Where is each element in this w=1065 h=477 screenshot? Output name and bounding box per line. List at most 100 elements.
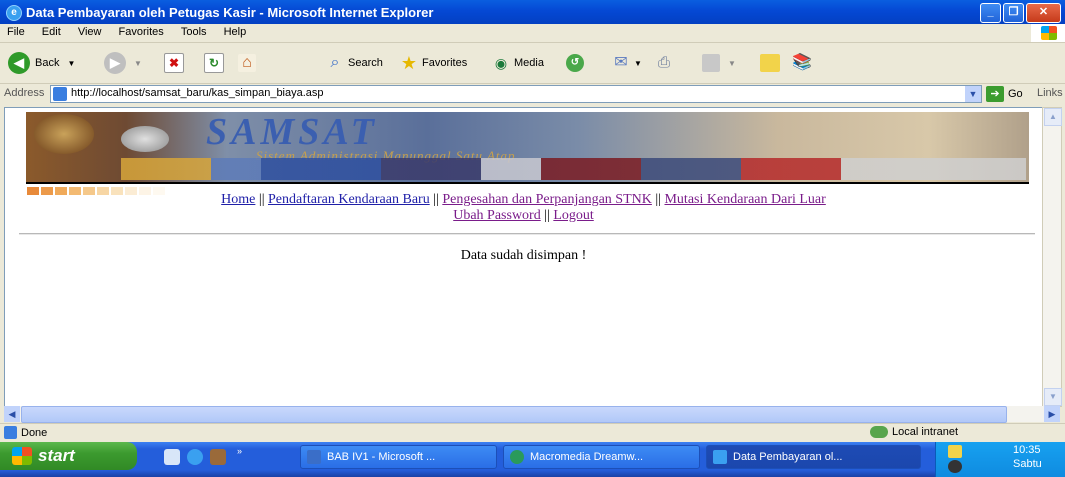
discuss-button[interactable] xyxy=(760,51,780,75)
search-icon: ⌕ xyxy=(330,54,340,71)
menu-edit[interactable]: Edit xyxy=(35,24,68,40)
yahoo-messenger-icon[interactable] xyxy=(164,449,180,465)
start-button[interactable]: start xyxy=(0,442,137,470)
menu-file[interactable]: File xyxy=(0,24,32,40)
nav-logout-link[interactable]: Logout xyxy=(553,208,593,223)
nav-separator: || xyxy=(655,192,661,207)
vertical-scrollbar[interactable]: ▲ ▼ xyxy=(1042,107,1062,407)
go-arrow-icon: ➔ xyxy=(986,86,1004,102)
menu-view[interactable]: View xyxy=(71,24,109,40)
minimize-button[interactable]: _ xyxy=(980,3,1001,23)
page-viewport: SAMSAT Sistem Administrasi Manunggal Sat… xyxy=(4,107,1043,407)
home-button[interactable]: ⌂ xyxy=(238,51,256,75)
edit-button[interactable]: ▼ xyxy=(702,51,736,75)
chevron-down-icon: ▼ xyxy=(134,58,142,68)
banner-divider xyxy=(26,182,1029,184)
tray-speaker-icon[interactable] xyxy=(948,460,962,473)
favorites-star-icon: ★ xyxy=(400,53,418,73)
menu-tools[interactable]: Tools xyxy=(174,24,214,40)
mail-button[interactable]: ✉ ▼ xyxy=(612,51,642,75)
menu-bar: File Edit View Favorites Tools Help xyxy=(0,24,1065,43)
folder-icon xyxy=(760,54,780,72)
chevron-down-icon: ▼ xyxy=(634,58,642,68)
nav-pendaftaran-link[interactable]: Pendaftaran Kendaraan Baru xyxy=(268,192,430,207)
desktop-quicklaunch-icon[interactable] xyxy=(210,449,226,465)
status-text: Done xyxy=(21,426,48,439)
address-url[interactable]: http://localhost/samsat_baru/kas_simpan_… xyxy=(71,87,324,99)
nav-mutasi-link[interactable]: Mutasi Kendaraan Dari Luar xyxy=(664,192,825,207)
internet-explorer-quicklaunch-icon[interactable] xyxy=(187,449,203,465)
scroll-left-icon[interactable]: ◀ xyxy=(4,406,20,422)
forward-button[interactable]: ▶ ▼ xyxy=(104,51,142,75)
quicklaunch-expand-icon[interactable]: » xyxy=(237,446,242,456)
address-input[interactable]: http://localhost/samsat_baru/kas_simpan_… xyxy=(50,85,982,103)
print-button[interactable]: ⎙ xyxy=(655,51,673,75)
dreamweaver-icon xyxy=(510,450,524,464)
zone-text: Local intranet xyxy=(892,426,959,438)
window-title: Data Pembayaran oleh Petugas Kasir - Mic… xyxy=(26,5,434,20)
banner-vehicles-image xyxy=(121,158,1026,180)
media-icon: ◉ xyxy=(494,55,508,71)
content-divider xyxy=(19,233,1035,235)
word-icon xyxy=(307,450,321,464)
history-icon: ↺ xyxy=(566,54,584,72)
scroll-right-icon[interactable]: ▶ xyxy=(1044,406,1060,422)
home-icon: ⌂ xyxy=(238,54,256,72)
go-button[interactable]: ➔ Go xyxy=(986,86,1023,102)
nav-separator: || xyxy=(258,192,265,207)
task-internet-explorer[interactable]: Data Pembayaran ol... xyxy=(706,445,921,469)
clock-day[interactable]: Sabtu xyxy=(1013,458,1042,470)
nav-pengesahan-link[interactable]: Pengesahan dan Perpanjangan STNK xyxy=(442,192,652,207)
internet-explorer-icon xyxy=(713,450,727,464)
refresh-icon: ↻ xyxy=(204,53,224,73)
samsat-banner: SAMSAT Sistem Administrasi Manunggal Sat… xyxy=(26,111,1029,182)
nav-home-link[interactable]: Home xyxy=(221,192,255,207)
status-bar: Done Local intranet xyxy=(0,423,1065,442)
nav-separator: || xyxy=(544,208,550,223)
print-icon: ⎙ xyxy=(657,54,670,71)
menu-help[interactable]: Help xyxy=(217,24,254,40)
history-button[interactable]: ↺ xyxy=(566,51,584,75)
windows-logo-icon xyxy=(1031,24,1065,42)
seal-icon xyxy=(121,126,169,152)
stop-button[interactable]: ✖ xyxy=(164,51,184,75)
nav-row-1: Home || Pendaftaran Kendaraan Baru || Pe… xyxy=(5,192,1042,208)
back-label: Back xyxy=(35,57,60,69)
close-button[interactable]: ✕ xyxy=(1026,3,1061,23)
back-button[interactable]: ◀ Back ▼ xyxy=(8,51,75,75)
task-word[interactable]: BAB IV1 - Microsoft ... xyxy=(300,445,497,469)
task-dreamweaver[interactable]: Macromedia Dreamw... xyxy=(503,445,700,469)
search-button[interactable]: ⌕ Search xyxy=(326,51,383,75)
security-zone: Local intranet xyxy=(870,426,958,438)
refresh-button[interactable]: ↻ xyxy=(204,51,224,75)
menu-favorites[interactable]: Favorites xyxy=(112,24,171,40)
address-bar: Address http://localhost/samsat_baru/kas… xyxy=(0,84,1065,104)
research-button[interactable]: 📚 xyxy=(792,51,812,75)
system-tray: 10:35 Sabtu xyxy=(935,442,1065,477)
start-label: start xyxy=(38,446,75,465)
page-done-icon xyxy=(4,426,17,439)
links-button[interactable]: Links xyxy=(1037,87,1063,99)
horizontal-scrollbar[interactable]: ◀ ▶ xyxy=(4,406,1060,423)
maximize-button[interactable]: ❐ xyxy=(1003,3,1024,23)
internet-explorer-icon: e xyxy=(6,5,22,21)
edit-icon xyxy=(702,54,720,72)
task-label: Macromedia Dreamw... xyxy=(530,451,644,463)
chevron-down-icon: ▼ xyxy=(728,58,736,68)
media-button[interactable]: ◉ Media xyxy=(492,51,544,75)
media-label: Media xyxy=(514,57,544,69)
research-icon: 📚 xyxy=(792,54,812,71)
nav-ubah-password-link[interactable]: Ubah Password xyxy=(453,208,541,223)
local-intranet-icon xyxy=(870,426,888,438)
window-titlebar[interactable]: e Data Pembayaran oleh Petugas Kasir - M… xyxy=(0,0,1065,24)
back-arrow-icon: ◀ xyxy=(8,52,30,74)
tray-pencil-icon[interactable] xyxy=(948,445,962,458)
scroll-up-icon[interactable]: ▲ xyxy=(1044,108,1062,126)
address-dropdown-icon[interactable]: ▼ xyxy=(965,86,981,102)
horizontal-scroll-thumb[interactable] xyxy=(21,406,1007,423)
favorites-button[interactable]: ★ Favorites xyxy=(400,51,467,75)
scroll-down-icon[interactable]: ▼ xyxy=(1044,388,1062,406)
stop-icon: ✖ xyxy=(164,53,184,73)
main-navigation: Home || Pendaftaran Kendaraan Baru || Pe… xyxy=(5,192,1042,224)
clock-time[interactable]: 10:35 xyxy=(1013,444,1041,456)
